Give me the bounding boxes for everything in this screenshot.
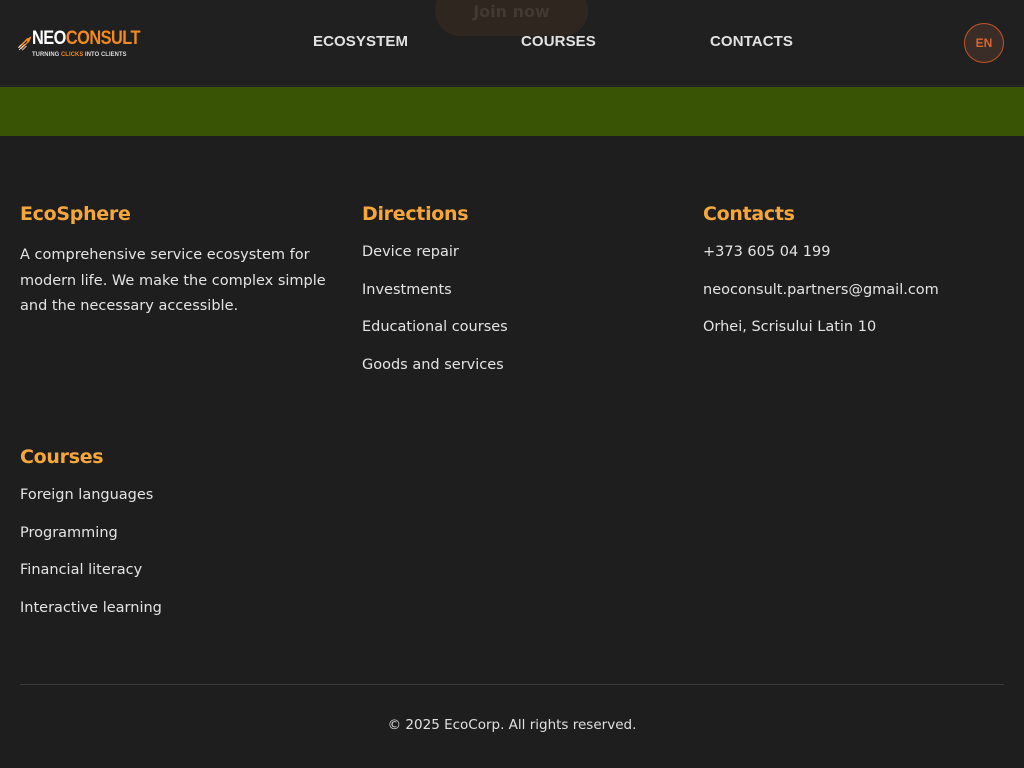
list-item: neoconsult.partners@gmail.com (703, 279, 939, 317)
site-header: Join now NEOCONSULT TURNING CLICKS INTO … (0, 0, 1024, 86)
contacts-list: +373 605 04 199 neoconsult.partners@gmai… (703, 241, 939, 354)
list-item: Programming (20, 522, 162, 560)
list-item: Educational courses (362, 316, 508, 354)
footer-courses: Courses Foreign languages Programming Fi… (20, 445, 162, 634)
list-item: Financial literacy (20, 559, 162, 597)
list-item: Foreign languages (20, 484, 162, 522)
ecosphere-title: EcoSphere (20, 203, 131, 225)
course-financial-literacy-link[interactable]: Financial literacy (20, 562, 142, 578)
list-item: Device repair (362, 241, 508, 279)
list-item: Investments (362, 279, 508, 317)
nav-contacts[interactable]: CONTACTS (710, 33, 793, 50)
list-item: Interactive learning (20, 597, 162, 635)
contact-email-link[interactable]: neoconsult.partners@gmail.com (703, 282, 939, 298)
direction-investments-link[interactable]: Investments (362, 282, 452, 298)
nav-ecosystem[interactable]: ECOSYSTEM (313, 33, 408, 50)
contact-address-link[interactable]: Orhei, Scrisului Latin 10 (703, 319, 876, 335)
page: Join now NEOCONSULT TURNING CLICKS INTO … (0, 0, 1024, 768)
list-item: Orhei, Scrisului Latin 10 (703, 316, 939, 354)
contact-phone-link[interactable]: +373 605 04 199 (703, 244, 830, 260)
course-foreign-languages-link[interactable]: Foreign languages (20, 487, 153, 503)
direction-goods-services-link[interactable]: Goods and services (362, 357, 504, 373)
main-nav: ECOSYSTEM COURSES CONTACTS (0, 33, 1024, 55)
language-switcher[interactable]: EN (964, 23, 1004, 63)
footer-contacts: Contacts +373 605 04 199 neoconsult.part… (703, 202, 939, 354)
course-interactive-learning-link[interactable]: Interactive learning (20, 600, 162, 616)
directions-title: Directions (362, 203, 469, 225)
contacts-title: Contacts (703, 203, 795, 225)
ecosphere-description: A comprehensive service ecosystem for mo… (20, 247, 326, 314)
accent-band (0, 87, 1024, 136)
courses-title: Courses (20, 446, 104, 468)
course-programming-link[interactable]: Programming (20, 525, 118, 541)
footer-divider (20, 684, 1004, 685)
copyright-text: © 2025 EcoCorp. All rights reserved. (387, 717, 637, 733)
directions-list: Device repair Investments Educational co… (362, 241, 508, 391)
list-item: Goods and services (362, 354, 508, 392)
direction-device-repair-link[interactable]: Device repair (362, 244, 459, 260)
direction-educational-courses-link[interactable]: Educational courses (362, 319, 508, 335)
nav-courses[interactable]: COURSES (521, 33, 596, 50)
join-now-button[interactable]: Join now (435, 0, 588, 36)
footer-directions: Directions Device repair Investments Edu… (362, 202, 508, 391)
list-item: +373 605 04 199 (703, 241, 939, 279)
footer-ecosphere: EcoSphere A comprehensive service ecosys… (20, 202, 330, 320)
courses-list: Foreign languages Programming Financial … (20, 484, 162, 634)
